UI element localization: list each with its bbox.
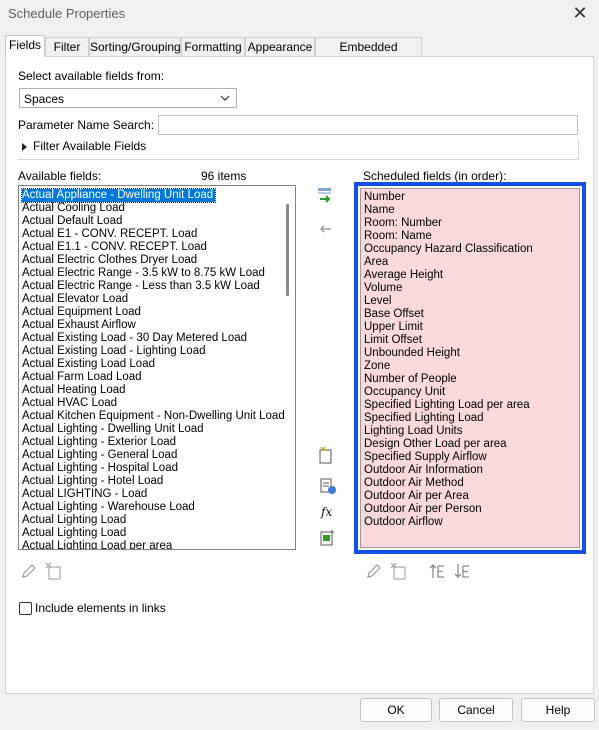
scrollbar-thumb[interactable]: [286, 204, 289, 296]
list-item[interactable]: Actual Existing Load Load: [22, 358, 155, 371]
list-item[interactable]: Actual Cooling Load: [22, 202, 125, 215]
add-parameter-icon[interactable]: [317, 187, 335, 205]
remove-parameter-icon[interactable]: [317, 220, 335, 238]
list-item[interactable]: Average Height: [364, 269, 443, 282]
list-item[interactable]: Occupancy Unit: [364, 386, 445, 399]
list-item[interactable]: Actual Default Load: [22, 215, 122, 228]
list-item[interactable]: Level: [364, 295, 392, 308]
available-fields-list[interactable]: Actual Appliance - Dwelling Unit Load Act…: [18, 185, 296, 550]
filter-available-fields-label: Filter Available Fields: [33, 139, 147, 153]
list-item[interactable]: Actual Lighting - Dwelling Unit Load: [22, 423, 204, 436]
calculated-value-icon[interactable]: fx: [319, 502, 337, 520]
svg-text:fx: fx: [320, 505, 332, 519]
list-item[interactable]: Outdoor Air per Area: [364, 490, 469, 503]
window-title: Schedule Properties: [8, 6, 126, 21]
list-item[interactable]: Specified Lighting Load: [364, 412, 484, 425]
list-item[interactable]: Actual Electric Range - Less than 3.5 kW…: [22, 280, 260, 293]
tab-formatting[interactable]: Formatting: [181, 37, 245, 57]
list-item[interactable]: Actual E1 - CONV. RECEPT. Load: [22, 228, 197, 241]
list-item[interactable]: Occupancy Hazard Classification: [364, 243, 533, 256]
list-item[interactable]: Actual Lighting - Warehouse Load: [22, 501, 195, 514]
tab-appearance[interactable]: Appearance: [245, 37, 315, 57]
ok-button[interactable]: OK: [360, 698, 432, 722]
combine-parameters-icon[interactable]: [319, 477, 337, 495]
list-item[interactable]: Actual Lighting Load per area: [22, 540, 172, 549]
scheduled-fields-highlight: Number Name Room: Number Room: Name Occupanc…: [354, 182, 586, 554]
list-item[interactable]: Volume: [364, 282, 402, 295]
include-links-checkbox[interactable]: [19, 602, 32, 615]
list-item[interactable]: Actual HVAC Load: [22, 397, 117, 410]
list-item[interactable]: Base Offset: [364, 308, 424, 321]
list-item[interactable]: Outdoor Airflow: [364, 516, 443, 529]
list-item[interactable]: Specified Lighting Load per area: [364, 399, 530, 412]
list-item[interactable]: Actual E1.1 - CONV. RECEPT. Load: [22, 241, 207, 254]
list-item[interactable]: Actual Lighting Load: [22, 527, 126, 540]
edit-icon[interactable]: [20, 562, 38, 580]
list-item[interactable]: Outdoor Air Method: [364, 477, 464, 490]
list-item[interactable]: Room: Number: [364, 217, 442, 230]
move-down-icon[interactable]: [453, 562, 471, 580]
list-item[interactable]: Number of People: [364, 373, 457, 386]
scheduled-fields-label: Scheduled fields (in order):: [363, 169, 507, 183]
tab-fields[interactable]: Fields: [5, 35, 45, 57]
list-item[interactable]: Name: [364, 204, 395, 217]
close-icon[interactable]: ✕: [569, 3, 591, 25]
category-select[interactable]: Spaces: [19, 88, 237, 108]
new-parameter-icon[interactable]: [317, 446, 335, 464]
list-item[interactable]: Actual Electric Range - 3.5 kW to 8.75 k…: [22, 267, 265, 280]
list-item[interactable]: Actual Kitchen Equipment - Non-Dwelling …: [22, 410, 285, 423]
list-item[interactable]: Actual Elevator Load: [22, 293, 128, 306]
list-item[interactable]: Actual Farm Load Load: [22, 371, 142, 384]
edit-schedule-parameter-icon[interactable]: [319, 529, 337, 547]
edit-scheduled-icon[interactable]: [365, 562, 383, 580]
delete-scheduled-icon[interactable]: [390, 562, 408, 580]
title-bar: Schedule Properties ✕: [0, 0, 599, 28]
list-item[interactable]: Actual Lighting Load: [22, 514, 126, 527]
list-item[interactable]: Limit Offset: [364, 334, 422, 347]
list-item[interactable]: Actual LIGHTING - Load: [22, 488, 147, 501]
select-from-label: Select available fields from:: [18, 69, 165, 83]
list-item[interactable]: Actual Equipment Load: [22, 306, 141, 319]
available-fields-label: Available fields:: [18, 169, 102, 183]
list-item[interactable]: Number: [364, 191, 405, 204]
list-item[interactable]: Actual Electric Clothes Dryer Load: [22, 254, 197, 267]
list-item[interactable]: Actual Lighting - Hotel Load: [22, 475, 163, 488]
tab-filter[interactable]: Filter: [45, 37, 89, 57]
category-value: Spaces: [24, 92, 65, 106]
list-item[interactable]: Actual Existing Load - 30 Day Metered Lo…: [22, 332, 247, 345]
scheduled-fields-list[interactable]: Number Name Room: Number Room: Name Occupanc…: [360, 188, 580, 548]
list-item[interactable]: Actual Heating Load: [22, 384, 126, 397]
list-item[interactable]: Outdoor Air Information: [364, 464, 483, 477]
list-item[interactable]: Upper Limit: [364, 321, 423, 334]
filter-available-fields-toggle[interactable]: Filter Available Fields: [18, 139, 579, 160]
cancel-button[interactable]: Cancel: [439, 698, 513, 722]
list-item[interactable]: Specified Supply Airflow: [364, 451, 487, 464]
tab-sorting-grouping[interactable]: Sorting/Grouping: [89, 37, 181, 57]
list-item[interactable]: Lighting Load Units: [364, 425, 462, 438]
include-links-label: Include elements in links: [35, 601, 166, 615]
chevron-down-icon: [220, 95, 230, 101]
list-item[interactable]: Zone: [364, 360, 390, 373]
list-item[interactable]: Area: [364, 256, 388, 269]
list-item[interactable]: Actual Lighting - General Load: [22, 449, 177, 462]
list-item[interactable]: Room: Name: [364, 230, 432, 243]
fields-panel: Select available fields from: Spaces Par…: [5, 56, 594, 694]
move-up-icon[interactable]: [428, 562, 446, 580]
available-count: 96 items: [201, 169, 247, 183]
tab-embedded-schedule[interactable]: Embedded Schedule: [315, 37, 422, 72]
expand-arrow-icon: [22, 143, 27, 151]
help-button[interactable]: Help: [521, 698, 595, 722]
list-item[interactable]: Outdoor Air per Person: [364, 503, 482, 516]
list-item[interactable]: Design Other Load per area: [364, 438, 507, 451]
param-search-input[interactable]: [158, 115, 578, 135]
list-item[interactable]: Actual Lighting - Exterior Load: [22, 436, 176, 449]
list-item[interactable]: Unbounded Height: [364, 347, 460, 360]
param-search-label: Parameter Name Search:: [18, 118, 155, 132]
list-item[interactable]: Actual Lighting - Hospital Load: [22, 462, 178, 475]
list-item[interactable]: Actual Exhaust Airflow: [22, 319, 136, 332]
list-item[interactable]: Actual Appliance - Dwelling Unit Load: [20, 188, 217, 203]
delete-icon[interactable]: [45, 562, 63, 580]
list-item[interactable]: Actual Existing Load - Lighting Load: [22, 345, 205, 358]
